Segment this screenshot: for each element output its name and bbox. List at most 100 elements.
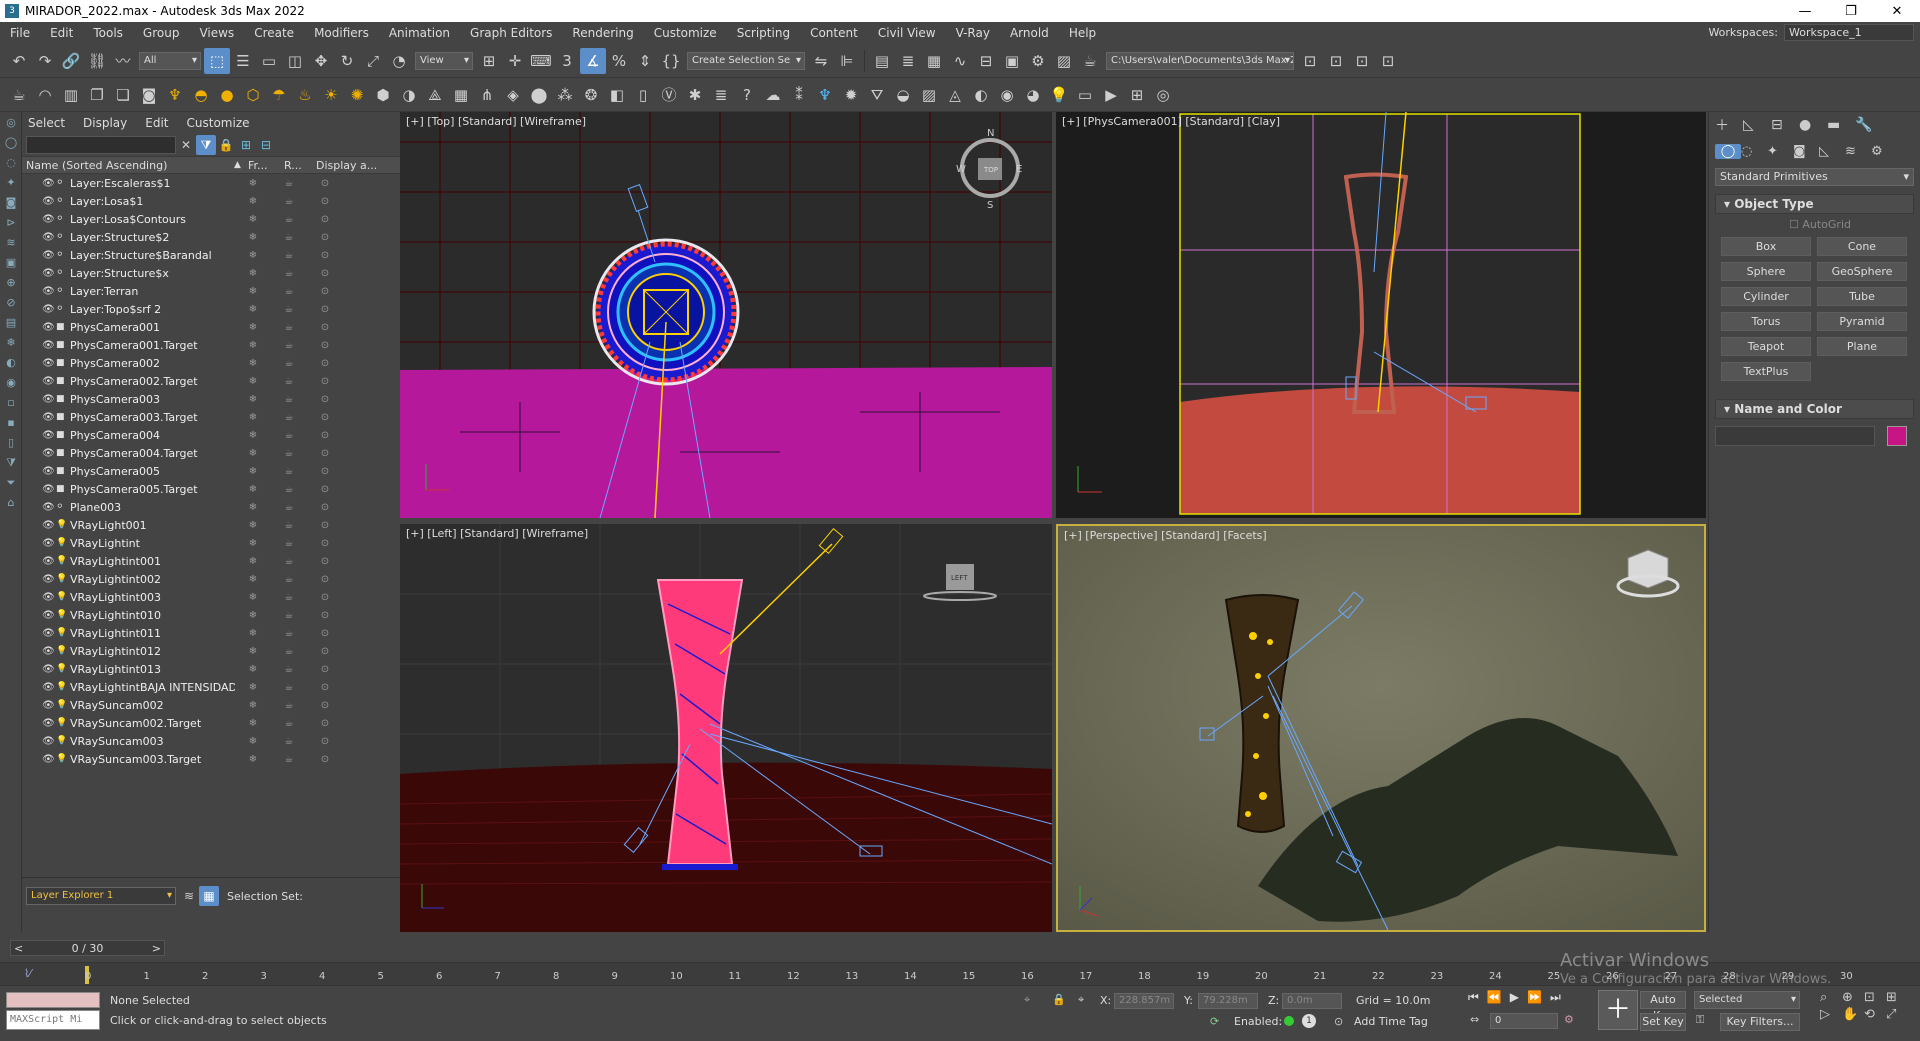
filter-icon[interactable]: ⧩	[2, 454, 20, 472]
list-item[interactable]: 👁 ■ PhysCamera004 ❄ ☕ ⊙	[22, 426, 400, 444]
freeze-toggle-icon[interactable]: ❄	[235, 538, 271, 549]
mirror-icon[interactable]: ⇋	[808, 48, 834, 74]
display-as-box-icon[interactable]: ⊙	[307, 664, 343, 675]
pan-icon[interactable]: ✋	[1842, 1007, 1862, 1022]
render-toggle-icon[interactable]: ☕	[271, 520, 307, 531]
list-item[interactable]: 👁 💡 VRayLightint013 ❄ ☕ ⊙	[22, 660, 400, 678]
render-toggle-icon[interactable]: ☕	[271, 484, 307, 495]
freeze-toggle-icon[interactable]: ❄	[235, 178, 271, 189]
render-toggle-icon[interactable]: ☕	[271, 286, 307, 297]
menu-content[interactable]: Content	[800, 26, 868, 40]
place-icon[interactable]: ◔	[386, 48, 412, 74]
render-toggle-icon[interactable]: ☕	[271, 664, 307, 675]
freeze-toggle-icon[interactable]: ❄	[235, 358, 271, 369]
list-item[interactable]: 👁 💡 VRayLightintBAJA INTENSIDAD ❄ ☕ ⊙	[22, 678, 400, 696]
menu-scripting[interactable]: Scripting	[727, 26, 800, 40]
pivot-icon[interactable]: ⊞	[476, 48, 502, 74]
render-toggle-icon[interactable]: ☕	[271, 448, 307, 459]
arnold-ipr-icon[interactable]: ◉	[994, 82, 1020, 108]
freeze-toggle-icon[interactable]: ❄	[235, 574, 271, 585]
current-frame-field[interactable]: 0	[1490, 1013, 1558, 1029]
display-as-box-icon[interactable]: ⊙	[307, 628, 343, 639]
display-as-box-icon[interactable]: ⊙	[307, 538, 343, 549]
freeze-toggle-icon[interactable]: ❄	[235, 556, 271, 567]
display-as-box-icon[interactable]: ⊙	[307, 556, 343, 567]
render-toggle-icon[interactable]: ☕	[271, 736, 307, 747]
list-item[interactable]: 👁 💡 VRaySuncam002.Target ❄ ☕ ⊙	[22, 714, 400, 732]
visibility-eye-icon[interactable]: 👁	[42, 610, 56, 621]
undo-icon[interactable]: ↶	[6, 48, 32, 74]
freeze-toggle-icon[interactable]: ❄	[235, 250, 271, 261]
cameras-category-icon[interactable]: ◙	[1793, 144, 1819, 159]
key-filters-button[interactable]: Key Filters...	[1720, 1013, 1800, 1031]
display-as-box-icon[interactable]: ⊙	[307, 520, 343, 531]
visibility-eye-icon[interactable]: 👁	[42, 322, 56, 333]
camera-gizmo[interactable]	[627, 184, 649, 212]
display-as-box-icon[interactable]: ⊙	[307, 682, 343, 693]
arnold-mesh-icon[interactable]: ◒	[890, 82, 916, 108]
freeze-toggle-icon[interactable]: ❄	[235, 754, 271, 765]
viewcube-left[interactable]: LEFT	[923, 564, 997, 601]
tab-display[interactable]: Display	[83, 116, 127, 130]
display-as-box-icon[interactable]: ⊙	[307, 484, 343, 495]
list-item[interactable]: 👁 💡 VRayLightint011 ❄ ☕ ⊙	[22, 624, 400, 642]
teapot-icon[interactable]: ☕	[6, 82, 32, 108]
previous-frame-icon[interactable]: ⏪	[1487, 990, 1502, 1005]
list-item[interactable]: 👁 ⚪ Plane003 ❄ ☕ ⊙	[22, 498, 400, 516]
sphere-button[interactable]: Sphere	[1721, 262, 1811, 281]
display-as-box-icon[interactable]: ⊙	[307, 196, 343, 207]
proxy-icon[interactable]: ⬢	[370, 82, 396, 108]
render-toggle-icon[interactable]: ☕	[271, 754, 307, 765]
decal-icon[interactable]: ◈	[500, 82, 526, 108]
scatter-icon[interactable]: ✱	[682, 82, 708, 108]
render-toggle-icon[interactable]: ☕	[271, 502, 307, 513]
visibility-eye-icon[interactable]: 👁	[42, 214, 56, 225]
bind-spacewarp-icon[interactable]: 〰	[110, 48, 136, 74]
visibility-eye-icon[interactable]: 👁	[42, 376, 56, 387]
selection-filter-dropdown[interactable]: All	[139, 51, 201, 70]
maxscript-listener[interactable]	[6, 992, 100, 1008]
freeze-toggle-icon[interactable]: ❄	[235, 448, 271, 459]
multi-material-icon[interactable]: ⁂	[552, 82, 578, 108]
render-toggle-icon[interactable]: ☕	[271, 574, 307, 585]
schematic-view-icon[interactable]: ⊟	[973, 48, 999, 74]
funnel-icon[interactable]: ⏷	[2, 474, 20, 492]
visibility-eye-icon[interactable]: 👁	[42, 538, 56, 549]
menu-customize[interactable]: Customize	[644, 26, 727, 40]
layer-hierarchy-icon[interactable]: ⊟	[256, 132, 276, 158]
invert-display-icon[interactable]: ▪	[2, 414, 20, 432]
copy-icon[interactable]: ❐	[84, 82, 110, 108]
visibility-eye-icon[interactable]: 👁	[42, 646, 56, 657]
display-as-box-icon[interactable]: ⊙	[307, 214, 343, 225]
visibility-eye-icon[interactable]: 👁	[42, 700, 56, 711]
arnold-grid-icon[interactable]: ⊞	[1124, 82, 1150, 108]
list-item[interactable]: 👁 💡 VRayLightint003 ❄ ☕ ⊙	[22, 588, 400, 606]
menu-file[interactable]: File	[0, 26, 40, 40]
visibility-eye-icon[interactable]: 👁	[42, 520, 56, 531]
list-item[interactable]: 👁 ■ PhysCamera001 ❄ ☕ ⊙	[22, 318, 400, 336]
arnold-icon-2[interactable]: ⁑	[786, 82, 812, 108]
visibility-eye-icon[interactable]: 👁	[42, 394, 56, 405]
maxscript-mini-input[interactable]: MAXScript Mi	[6, 1010, 100, 1030]
render-toggle-icon[interactable]: ☕	[271, 718, 307, 729]
minimize-icon[interactable]: —	[1782, 0, 1828, 22]
lightmix-icon[interactable]: ◧	[604, 82, 630, 108]
link-icon[interactable]: 🔗	[58, 48, 84, 74]
render-setup-icon[interactable]: ⚙	[1025, 48, 1051, 74]
display-geometry-icon[interactable]: ◯	[2, 134, 20, 152]
material-sphere-icon[interactable]: ⬤	[526, 82, 552, 108]
selection-lock-icon[interactable]: 🔒	[1052, 993, 1066, 1006]
menu-help[interactable]: Help	[1059, 26, 1106, 40]
display-as-box-icon[interactable]: ⊙	[307, 592, 343, 603]
list-item[interactable]: 👁 ⚪ Layer:Losa$1 ❄ ☕ ⊙	[22, 192, 400, 210]
arnold-view-icon[interactable]: ▭	[1072, 82, 1098, 108]
display-none2-icon[interactable]: ▫	[2, 394, 20, 412]
hierarchy-icon[interactable]: ⊞	[236, 132, 256, 158]
visibility-eye-icon[interactable]: 👁	[42, 268, 56, 279]
render-toggle-icon[interactable]: ☕	[271, 178, 307, 189]
grass-icon[interactable]: ⋔	[474, 82, 500, 108]
isolate-icon[interactable]: ⌖	[1024, 993, 1030, 1007]
viewport-camera-label[interactable]: [+] [PhysCamera001] [Standard] [Clay]	[1062, 115, 1280, 128]
grid-icon[interactable]: ▦	[448, 82, 474, 108]
display-as-box-icon[interactable]: ⊙	[307, 340, 343, 351]
